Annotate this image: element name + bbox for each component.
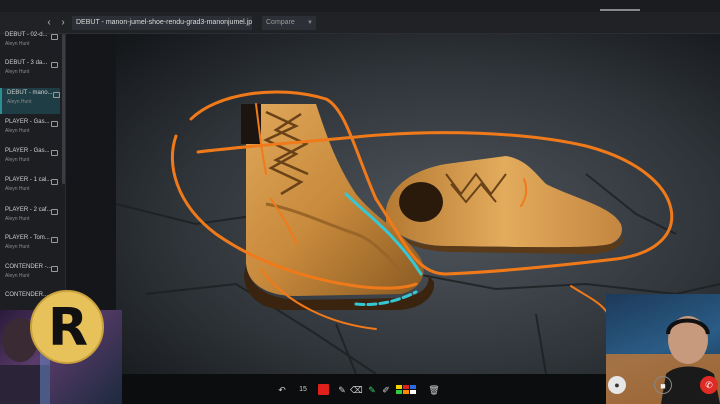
- trash-icon[interactable]: 🗑: [428, 384, 440, 396]
- sidebar-item-title: PLAYER - 2 caf...: [5, 207, 52, 213]
- marker-icon[interactable]: ✎: [366, 384, 378, 396]
- sidebar-item-author: Aleyn Hunt: [5, 41, 30, 47]
- comment-icon: [51, 121, 58, 127]
- app-window: ‹ › DEBUT - manon-jumel-shoe-rendu-grad3…: [0, 0, 720, 404]
- sidebar-item[interactable]: PLAYER - 2 caf... Aleyn Hunt: [0, 205, 60, 231]
- logo-letter: R: [47, 298, 88, 358]
- sidebar-item-author: Aleyn Hunt: [5, 273, 30, 279]
- comment-icon: [53, 92, 60, 98]
- palette-chip: [410, 390, 416, 394]
- sidebar-item[interactable]: DEBUT - 02-d... Aleyn Hunt: [0, 30, 60, 56]
- hangup-icon[interactable]: ✆: [700, 376, 718, 394]
- sidebar-item-title: DEBUT - 3 da...: [5, 60, 48, 66]
- sidebar-item[interactable]: PLAYER - 1 cal... Aleyn Hunt: [0, 175, 60, 201]
- palette-icon[interactable]: [396, 385, 422, 394]
- guest-webcam: ● ■ ✆: [606, 294, 720, 404]
- stroke-size[interactable]: 15: [296, 384, 310, 396]
- eraser-icon[interactable]: ⌫: [350, 384, 363, 396]
- top-strip: [0, 0, 720, 12]
- comment-icon: [51, 34, 58, 40]
- chevron-right-icon[interactable]: ›: [56, 16, 70, 30]
- sidebar-item-title: PLAYER - 1 cal...: [5, 177, 52, 183]
- palette-chip: [410, 385, 416, 389]
- palette-chip: [396, 385, 402, 389]
- sidebar-item-author: Aleyn Hunt: [5, 128, 30, 134]
- file-name-tab[interactable]: DEBUT - manon-jumel-shoe-rendu-grad3-man…: [72, 16, 252, 30]
- brush-icon[interactable]: ✐: [380, 384, 392, 396]
- sidebar-item[interactable]: PLAYER - Gas... Aleyn Hunt: [0, 146, 60, 172]
- sidebar-item-author: Aleyn Hunt: [5, 69, 30, 75]
- sidebar-item[interactable]: PLAYER - Tom... Aleyn Hunt: [0, 233, 60, 259]
- sidebar-scrollbar[interactable]: [62, 34, 65, 184]
- camera-icon[interactable]: ■: [654, 376, 672, 394]
- compare-dropdown[interactable]: Compare ▼: [262, 16, 316, 30]
- pen-icon[interactable]: ✎: [336, 384, 348, 396]
- sidebar-item-author: Aleyn Hunt: [7, 99, 32, 105]
- sidebar-item-title: DEBUT - 02-d...: [5, 32, 48, 38]
- brand-logo: R: [30, 290, 104, 364]
- sidebar-item[interactable]: PLAYER - Gas... Aleyn Hunt: [0, 117, 60, 143]
- comment-icon: [51, 179, 58, 185]
- comment-icon: [51, 209, 58, 215]
- palette-chip: [403, 390, 409, 394]
- compare-label: Compare: [266, 19, 295, 26]
- color-swatch[interactable]: [318, 384, 329, 395]
- sidebar-item-title: DEBUT - mano...: [7, 90, 53, 96]
- top-indicator: [600, 9, 640, 11]
- drawing-toolbar: ↶ 15 ✎ ⌫ ✎ ✐ 🗑: [122, 376, 606, 404]
- sidebar-item-active[interactable]: DEBUT - mano... Aleyn Hunt: [0, 88, 60, 114]
- palette-chip: [403, 385, 409, 389]
- comment-icon: [51, 150, 58, 156]
- undo-icon[interactable]: ↶: [276, 384, 288, 396]
- comment-icon: [51, 62, 58, 68]
- sidebar-item-author: Aleyn Hunt: [5, 244, 30, 250]
- sidebar-item-title: PLAYER - Gas...: [5, 119, 50, 125]
- chevron-left-icon[interactable]: ‹: [42, 16, 56, 30]
- sidebar-item-author: Aleyn Hunt: [5, 157, 30, 163]
- sidebar-item[interactable]: DEBUT - 3 da... Aleyn Hunt: [0, 58, 60, 84]
- sidebar: DEBUT - 02-d... Aleyn Hunt DEBUT - 3 da.…: [0, 32, 66, 324]
- sidebar-item-author: Aleyn Hunt: [5, 216, 30, 222]
- comment-icon: [51, 266, 58, 272]
- header-bar: ‹ › DEBUT - manon-jumel-shoe-rendu-grad3…: [0, 12, 720, 34]
- sidebar-item-title: PLAYER - Tom...: [5, 235, 50, 241]
- canvas-margin: [66, 34, 116, 324]
- chevron-down-icon: ▼: [307, 20, 313, 26]
- comment-icon: [51, 237, 58, 243]
- sidebar-item-title: PLAYER - Gas...: [5, 148, 50, 154]
- palette-chip: [396, 390, 402, 394]
- sidebar-item-author: Aleyn Hunt: [5, 186, 30, 192]
- microphone-icon[interactable]: ●: [608, 376, 626, 394]
- sidebar-item-title: CONTENDER -...: [5, 264, 52, 270]
- sidebar-item[interactable]: CONTENDER -... Aleyn Hunt: [0, 262, 60, 288]
